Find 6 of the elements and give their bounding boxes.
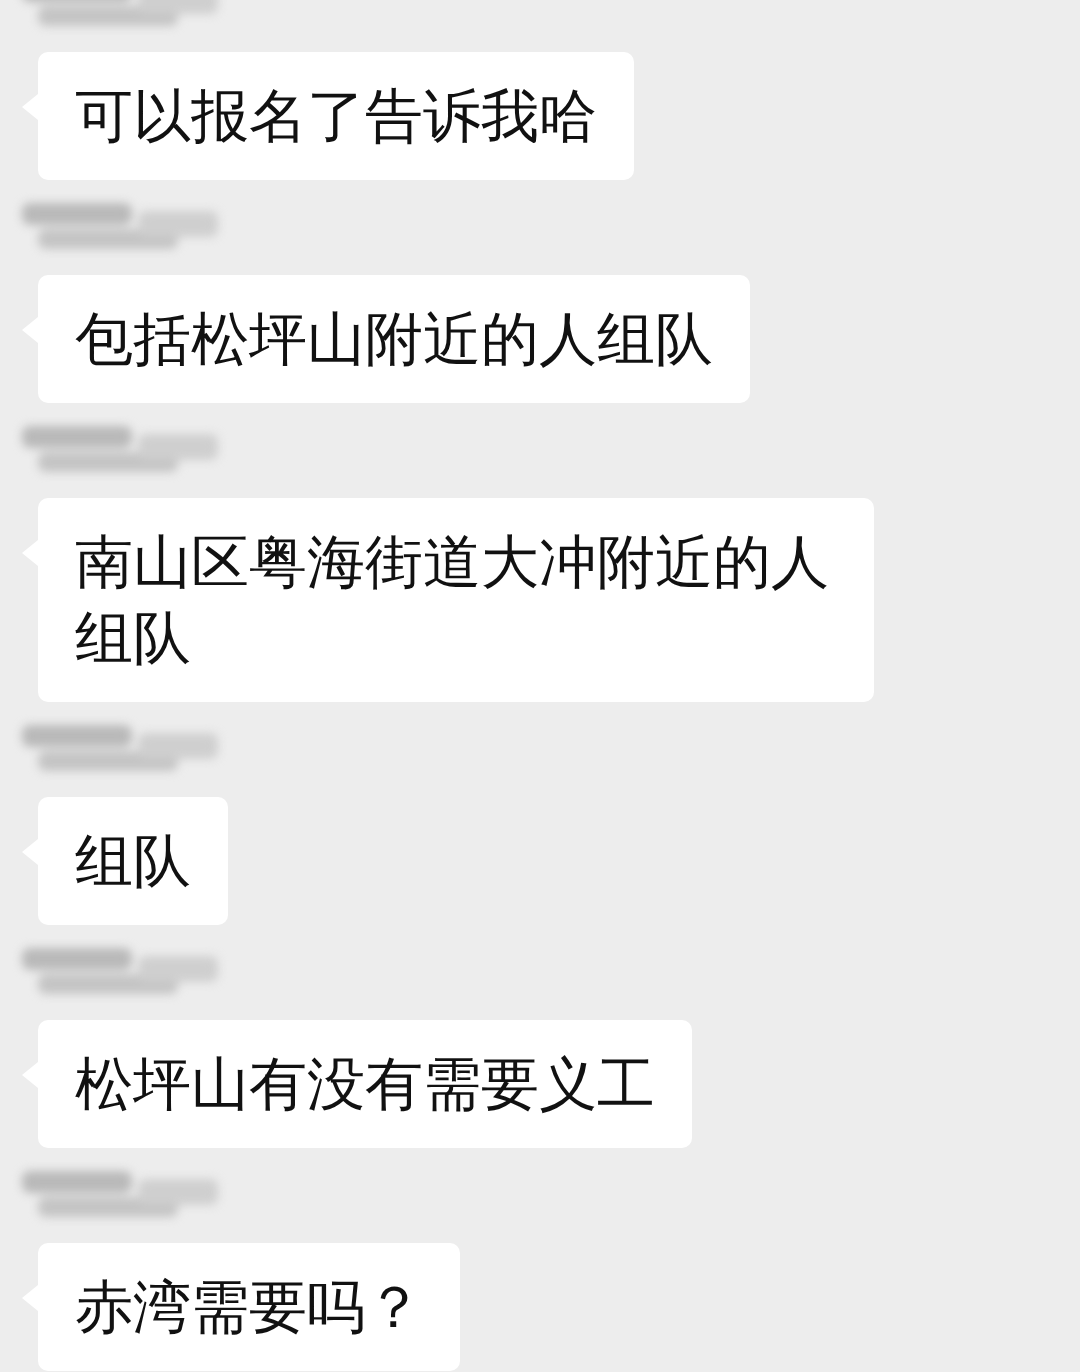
message-bubble: 松坪山有没有需要义工 (38, 1020, 692, 1148)
message-bubble: 可以报名了告诉我哈 (38, 52, 634, 180)
message-bubble: 南山区粤海街道大冲附近的人组队 (38, 498, 874, 702)
message-bubble: 赤湾需要吗？ (38, 1243, 460, 1371)
message-bubble: 包括松坪山附近的人组队 (38, 275, 750, 403)
message-bubble: 组队 (38, 797, 228, 925)
